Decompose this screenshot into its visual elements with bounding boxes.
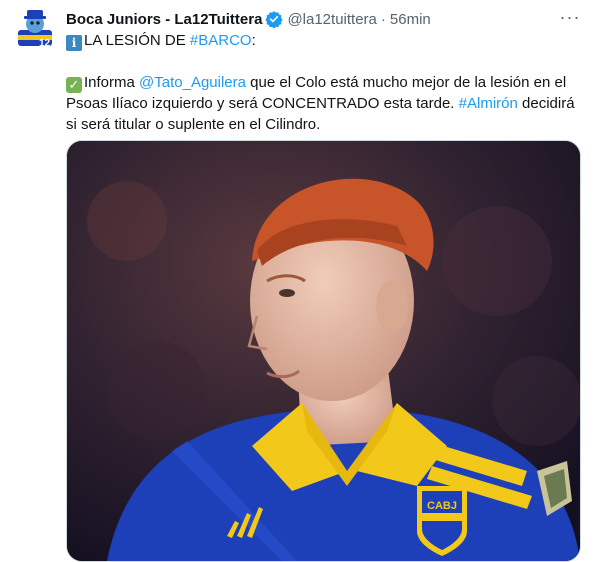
author-name[interactable]: Boca Juniors - La12Tuittera bbox=[66, 11, 262, 28]
hashtag-almiron[interactable]: #Almirón bbox=[459, 95, 518, 112]
line2-part1: Informa bbox=[84, 74, 140, 91]
tweet-timestamp[interactable]: 56min bbox=[390, 11, 431, 28]
mention-tato-aguilera[interactable]: @Tato_Aguilera bbox=[139, 74, 246, 91]
verified-badge-icon bbox=[265, 10, 284, 28]
information-icon: i bbox=[66, 35, 82, 51]
avatar-mascot-icon: 12 bbox=[12, 6, 58, 52]
tweet-line-1: i LA LESIÓN DE #BARCO: bbox=[66, 30, 576, 51]
tweet-header: Boca Juniors - La12Tuittera @la12tuitter… bbox=[66, 8, 589, 30]
line1-suffix: : bbox=[251, 32, 256, 49]
author-handle[interactable]: @la12tuittera bbox=[287, 11, 376, 28]
tweet-media-photo[interactable]: CABJ bbox=[66, 140, 581, 562]
crest-text: CABJ bbox=[427, 500, 457, 512]
check-mark-icon: ✓ bbox=[66, 77, 82, 93]
player-photo: CABJ bbox=[67, 141, 580, 561]
line1-prefix: LA LESIÓN DE bbox=[84, 32, 190, 49]
author-avatar[interactable]: 12 bbox=[12, 6, 58, 52]
tweet-line-2: ✓ Informa @Tato_Aguilera que el Colo está… bbox=[66, 72, 576, 135]
tweet[interactable]: 12 Boca Juniors - La12Tuittera @la12tuit… bbox=[0, 0, 597, 562]
hashtag-barco[interactable]: #BARCO bbox=[190, 32, 252, 49]
avatar-badge: 12 bbox=[39, 38, 51, 49]
tweet-text: i LA LESIÓN DE #BARCO: ✓ Informa @Tato_Agu… bbox=[66, 30, 576, 135]
header-separator: · bbox=[380, 10, 386, 28]
more-options-icon[interactable]: ··· bbox=[557, 6, 583, 28]
